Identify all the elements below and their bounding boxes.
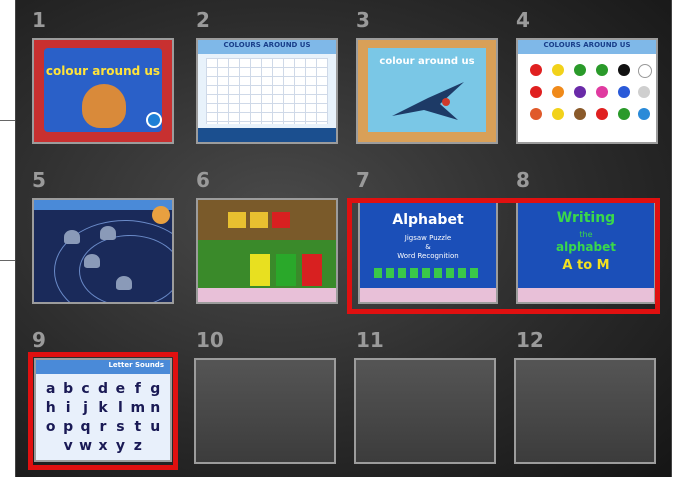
slide-subtitle: Jigsaw Puzzle: [404, 234, 452, 242]
slide-number: 7: [356, 168, 370, 192]
slide-number: 5: [32, 168, 46, 192]
letter-tile: g: [150, 381, 161, 397]
slide-thumbnail-7[interactable]: Alphabet Jigsaw Puzzle & Word Recognitio…: [358, 198, 498, 304]
slide-thumbnail-10[interactable]: [194, 358, 336, 464]
slide-number: 6: [196, 168, 210, 192]
slide-number: 1: [32, 8, 46, 32]
letter-tile: r: [99, 419, 107, 435]
letter-tile: c: [81, 381, 90, 397]
slide-title: COLOURS AROUND US: [543, 41, 631, 49]
slide-thumbnail-11[interactable]: [354, 358, 496, 464]
letter-tile: [147, 437, 164, 456]
alphabet-grid: a b c d e f g h i j k l m n o p q r s t …: [42, 380, 164, 456]
letter-tile: [42, 437, 59, 456]
slide-subtitle: alphabet: [556, 240, 616, 254]
slide-title: colour around us: [379, 56, 475, 67]
slide-number: 9: [32, 328, 46, 352]
letter-tile: b: [63, 381, 74, 397]
letter-tile: k: [98, 400, 108, 416]
slide-subtitle: &: [425, 243, 431, 251]
slide-thumbnail-12[interactable]: [514, 358, 656, 464]
slide-subtitle: A to M: [562, 258, 610, 273]
slide-thumbnail-5[interactable]: [32, 198, 174, 304]
letter-tile: y: [115, 438, 125, 454]
letter-tile: z: [133, 438, 142, 454]
letter-tile: n: [150, 400, 161, 416]
letter-tile: x: [98, 438, 108, 454]
slide-title: Writing: [556, 210, 616, 226]
letter-tile: s: [116, 419, 125, 435]
letter-tile: j: [83, 400, 88, 416]
slide-subtitle: the: [579, 230, 593, 239]
slide-thumbnail-4[interactable]: COLOURS AROUND US: [516, 38, 658, 144]
swallow-bird-icon: [392, 82, 464, 120]
slide-thumbnail-1[interactable]: colour around us: [32, 38, 174, 144]
slide-thumbnail-3[interactable]: colour around us: [356, 38, 498, 144]
right-margin-column: [671, 0, 684, 477]
letter-tile: p: [63, 419, 74, 435]
letter-tile: w: [79, 438, 93, 454]
letter-tile: a: [45, 381, 56, 397]
slide-thumbnail-9[interactable]: Letter Sounds a b c d e f g h i j k l m …: [34, 358, 172, 462]
slide-thumbnail-8[interactable]: Writing the alphabet A to M: [516, 198, 656, 304]
slide-number: 11: [356, 328, 384, 352]
slide-thumbnail-2[interactable]: COLOURS AROUND US: [196, 38, 338, 144]
slide-thumbnail-6[interactable]: [196, 198, 338, 304]
bear-illustration: [82, 84, 126, 128]
slide-number: 12: [516, 328, 544, 352]
slide-number: 2: [196, 8, 210, 32]
letter-tile: h: [45, 400, 56, 416]
letter-tile: q: [80, 419, 91, 435]
slide-subtitle: Word Recognition: [397, 252, 459, 260]
slide-title: colour around us: [45, 64, 161, 78]
letter-tile: t: [134, 419, 142, 435]
letter-tile: e: [115, 381, 126, 397]
slide-sorter-view: 1 2 3 4 colour around us COLOURS AROUND …: [16, 0, 671, 477]
slide-title: Alphabet: [392, 212, 464, 228]
slide-title: Letter Sounds: [108, 361, 164, 369]
slide-number: 3: [356, 8, 370, 32]
slide-title: COLOURS AROUND US: [223, 41, 311, 49]
letter-tile: o: [45, 419, 56, 435]
slide-number: 4: [516, 8, 530, 32]
left-margin-column: [0, 0, 16, 477]
letter-tile: l: [118, 400, 123, 416]
letter-tile: f: [134, 381, 141, 397]
chart-grid: [206, 58, 328, 124]
letter-tile: u: [150, 419, 161, 435]
letter-tile: d: [97, 381, 108, 397]
slide-number: 8: [516, 168, 530, 192]
letter-tile: i: [65, 400, 71, 416]
slide-number: 10: [196, 328, 224, 352]
letter-tile: m: [130, 400, 146, 416]
letter-tile: v: [63, 438, 73, 454]
